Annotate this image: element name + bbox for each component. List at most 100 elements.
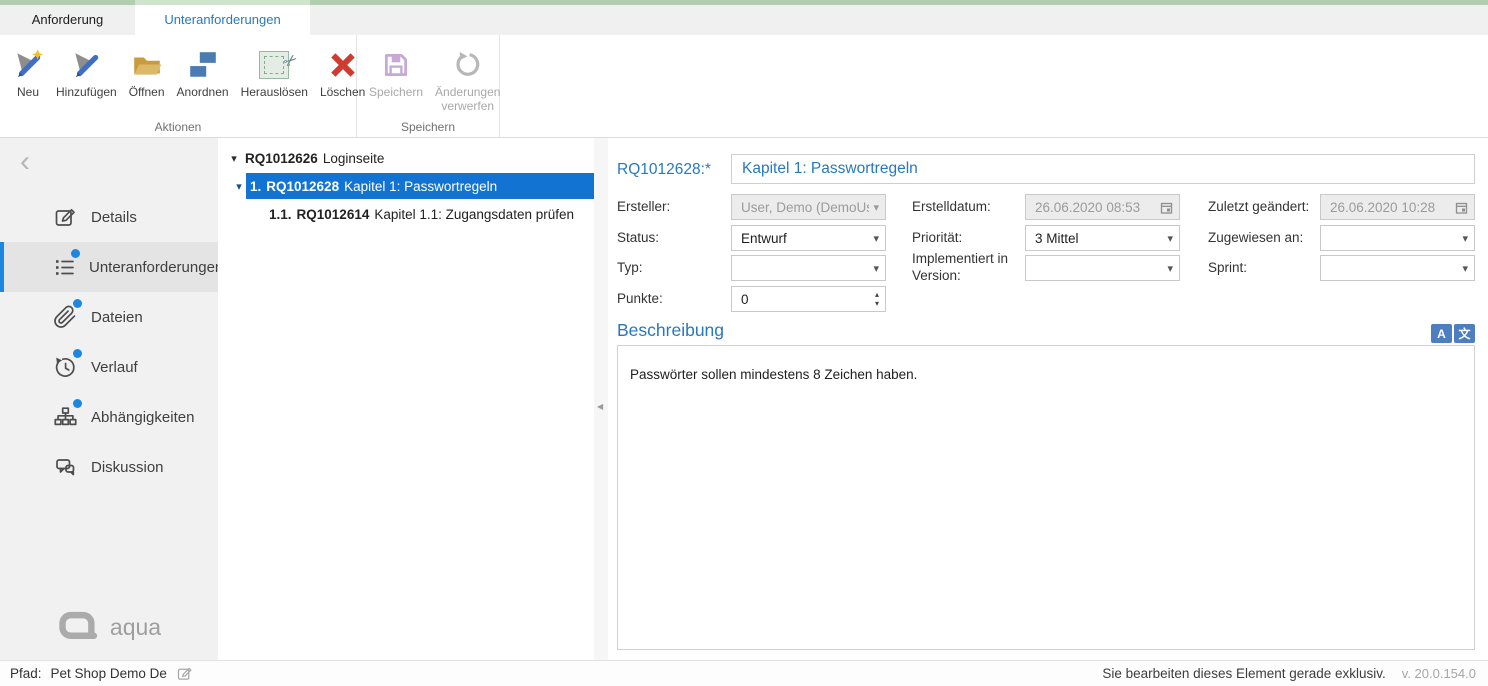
sidebar-item-label: Diskussion — [91, 459, 164, 476]
subrequirements-icon — [52, 254, 76, 280]
sprint-label: Sprint: — [1208, 260, 1247, 277]
tree-item-selected[interactable]: 1. RQ1012628 Kapitel 1: Passwortregeln — [246, 173, 594, 199]
tree-item[interactable]: RQ1012626 Loginseite — [241, 145, 392, 171]
panel-splitter[interactable] — [594, 138, 608, 660]
ersteller-label: Ersteller: — [617, 199, 670, 216]
zuletzt-geaendert-field[interactable]: 26.06.2020 10:28 — [1320, 194, 1475, 220]
expand-arrow-icon[interactable] — [227, 152, 241, 165]
expand-arrow-icon[interactable] — [232, 180, 246, 193]
zuletzt-geaendert-value: 26.06.2020 10:28 — [1330, 200, 1451, 215]
implementiert-in-version-label: Implementiert in Version: — [912, 251, 1018, 285]
open-folder-icon — [131, 45, 163, 85]
punkte-stepper[interactable]: 0 ▴ ▾ — [731, 286, 886, 312]
tree-item[interactable]: 1.1. RQ1012614 Kapitel 1.1: Zugangsdaten… — [265, 201, 582, 227]
sidebar-item-diskussion[interactable]: Diskussion — [0, 442, 218, 492]
zuletzt-geaendert-label: Zuletzt geändert: — [1208, 199, 1309, 216]
sprint-dropdown[interactable] — [1320, 255, 1475, 281]
sidebar-item-verlauf[interactable]: Verlauf — [0, 342, 218, 392]
sidebar: Details Unteranforderungen — [0, 138, 218, 660]
punkte-label: Punkte: — [617, 291, 663, 308]
details-icon — [52, 204, 78, 230]
oeffnen-label: Öffnen — [129, 85, 165, 99]
notification-badge — [73, 299, 82, 308]
aqua-logo: aqua — [0, 611, 218, 644]
tree-item-id: RQ1012614 — [297, 207, 370, 222]
status-label: Status: — [617, 230, 659, 247]
sidebar-item-label: Dateien — [91, 309, 143, 326]
tree-row-rq1012628[interactable]: 1. RQ1012628 Kapitel 1: Passwortregeln — [218, 172, 594, 200]
delete-icon — [328, 45, 358, 85]
hinzufuegen-button[interactable]: Hinzufügen — [51, 43, 122, 101]
tree-row-rq1012626[interactable]: RQ1012626 Loginseite — [218, 144, 594, 172]
stepper-up-icon[interactable]: ▴ — [875, 290, 879, 299]
herausloesen-button[interactable]: Herauslösen — [236, 43, 313, 101]
font-tool-button[interactable]: A — [1431, 324, 1452, 343]
speichern-button[interactable]: Speichern — [364, 43, 428, 101]
status-value: Entwurf — [741, 231, 869, 246]
sidebar-item-dateien[interactable]: Dateien — [0, 292, 218, 342]
chevron-down-icon — [1167, 262, 1173, 275]
back-chevron-icon[interactable] — [20, 148, 48, 178]
stepper-down-icon[interactable]: ▾ — [875, 299, 879, 308]
discussion-icon — [52, 454, 78, 480]
edit-path-icon[interactable] — [176, 665, 193, 682]
notification-badge — [71, 249, 80, 258]
sidebar-items: Details Unteranforderungen — [0, 192, 218, 492]
tree-item-id: RQ1012626 — [245, 151, 318, 166]
requirements-tree: RQ1012626 Loginseite 1. RQ1012628 Kapite… — [218, 138, 594, 660]
beschreibung-heading: Beschreibung — [617, 320, 724, 341]
tab-unteranforderungen[interactable]: Unteranforderungen — [135, 5, 310, 35]
tree-item-number: 1. — [250, 179, 261, 194]
statusbar-path: Pfad: Pet Shop Demo De — [0, 665, 1102, 682]
aenderungen-verwerfen-button[interactable]: Änderungen verwerfen — [430, 43, 505, 116]
sidebar-item-unteranforderungen[interactable]: Unteranforderungen — [0, 242, 218, 292]
exclusive-edit-message: Sie bearbeiten dieses Element gerade exk… — [1102, 666, 1385, 681]
detail-panel: RQ1012628:* Kapitel 1: Passwortregeln Er… — [608, 138, 1488, 660]
typ-dropdown[interactable] — [731, 255, 886, 281]
anordnen-button[interactable]: Anordnen — [172, 43, 234, 101]
tree-row-rq1012614[interactable]: 1.1. RQ1012614 Kapitel 1.1: Zugangsdaten… — [218, 200, 594, 228]
sidebar-item-label: Details — [91, 209, 137, 226]
implementiert-in-version-dropdown[interactable] — [1025, 255, 1180, 281]
prioritaet-dropdown[interactable]: 3 Mittel — [1025, 225, 1180, 251]
speichern-label: Speichern — [369, 85, 423, 99]
typ-label: Typ: — [617, 260, 643, 277]
beschreibung-textarea[interactable]: Passwörter sollen mindestens 8 Zeichen h… — [617, 345, 1475, 650]
erstelldatum-field[interactable]: 26.06.2020 08:53 — [1025, 194, 1180, 220]
tree-item-title: Kapitel 1.1: Zugangsdaten prüfen — [374, 207, 574, 222]
status-dropdown[interactable]: Entwurf — [731, 225, 886, 251]
discard-changes-icon — [453, 45, 483, 85]
statusbar: Pfad: Pet Shop Demo De Sie bearbeiten di… — [0, 660, 1488, 686]
tree-item-title: Loginseite — [323, 151, 385, 166]
tree-item-number: 1.1. — [269, 207, 292, 222]
beschreibung-text: Passwörter sollen mindestens 8 Zeichen h… — [630, 367, 917, 382]
neu-button[interactable]: Neu — [7, 43, 49, 101]
add-requirement-icon — [70, 45, 102, 85]
sidebar-item-abhaengigkeiten[interactable]: Abhängigkeiten — [0, 392, 218, 442]
chevron-down-icon — [873, 262, 879, 275]
herausloesen-label: Herauslösen — [241, 85, 308, 99]
group-label-speichern: Speichern — [357, 120, 499, 134]
sidebar-item-label: Verlauf — [91, 359, 138, 376]
tree-item-id: RQ1012628 — [266, 179, 339, 194]
ersteller-dropdown[interactable]: User, Demo (DemoUs ... — [731, 194, 886, 220]
title-input[interactable]: Kapitel 1: Passwortregeln — [731, 154, 1475, 184]
ribbon-group-aktionen: Neu Hinzufügen — [0, 35, 357, 137]
new-requirement-icon — [12, 45, 44, 85]
history-icon — [52, 354, 78, 380]
group-label-aktionen: Aktionen — [0, 120, 356, 134]
chevron-down-icon — [1167, 232, 1173, 245]
erstelldatum-label: Erstelldatum: — [912, 199, 991, 216]
sidebar-item-label: Abhängigkeiten — [91, 409, 194, 426]
tree-item-title: Kapitel 1: Passwortregeln — [344, 179, 497, 194]
tab-anforderung[interactable]: Anforderung — [0, 5, 135, 35]
stepper-buttons: ▴ ▾ — [875, 290, 879, 308]
oeffnen-button[interactable]: Öffnen — [124, 43, 170, 101]
zugewiesen-an-dropdown[interactable] — [1320, 225, 1475, 251]
translate-tool-button[interactable]: 文 — [1454, 324, 1475, 343]
sidebar-item-details[interactable]: Details — [0, 192, 218, 242]
notification-badge — [73, 399, 82, 408]
requirement-id-label: RQ1012628:* — [617, 161, 711, 179]
ersteller-value: User, Demo (DemoUs ... — [741, 200, 869, 215]
collapse-handle-icon[interactable] — [597, 400, 606, 414]
